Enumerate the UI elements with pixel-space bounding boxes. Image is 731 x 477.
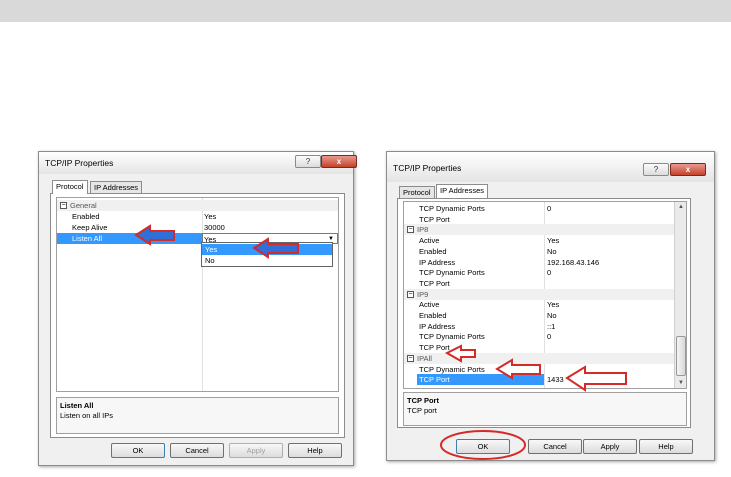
blue-arrow-icon [252, 237, 299, 259]
highlight-ellipse-ok [440, 430, 526, 460]
red-arrow-icon [495, 358, 541, 380]
blue-arrow-icon [134, 224, 175, 246]
red-arrow-icon [444, 344, 476, 363]
tab-ip-addresses[interactable]: IP Addresses [436, 184, 489, 198]
annotation-overlay [134, 224, 627, 460]
red-arrow-icon [565, 365, 627, 392]
tab-protocol[interactable]: Protocol [52, 180, 88, 194]
